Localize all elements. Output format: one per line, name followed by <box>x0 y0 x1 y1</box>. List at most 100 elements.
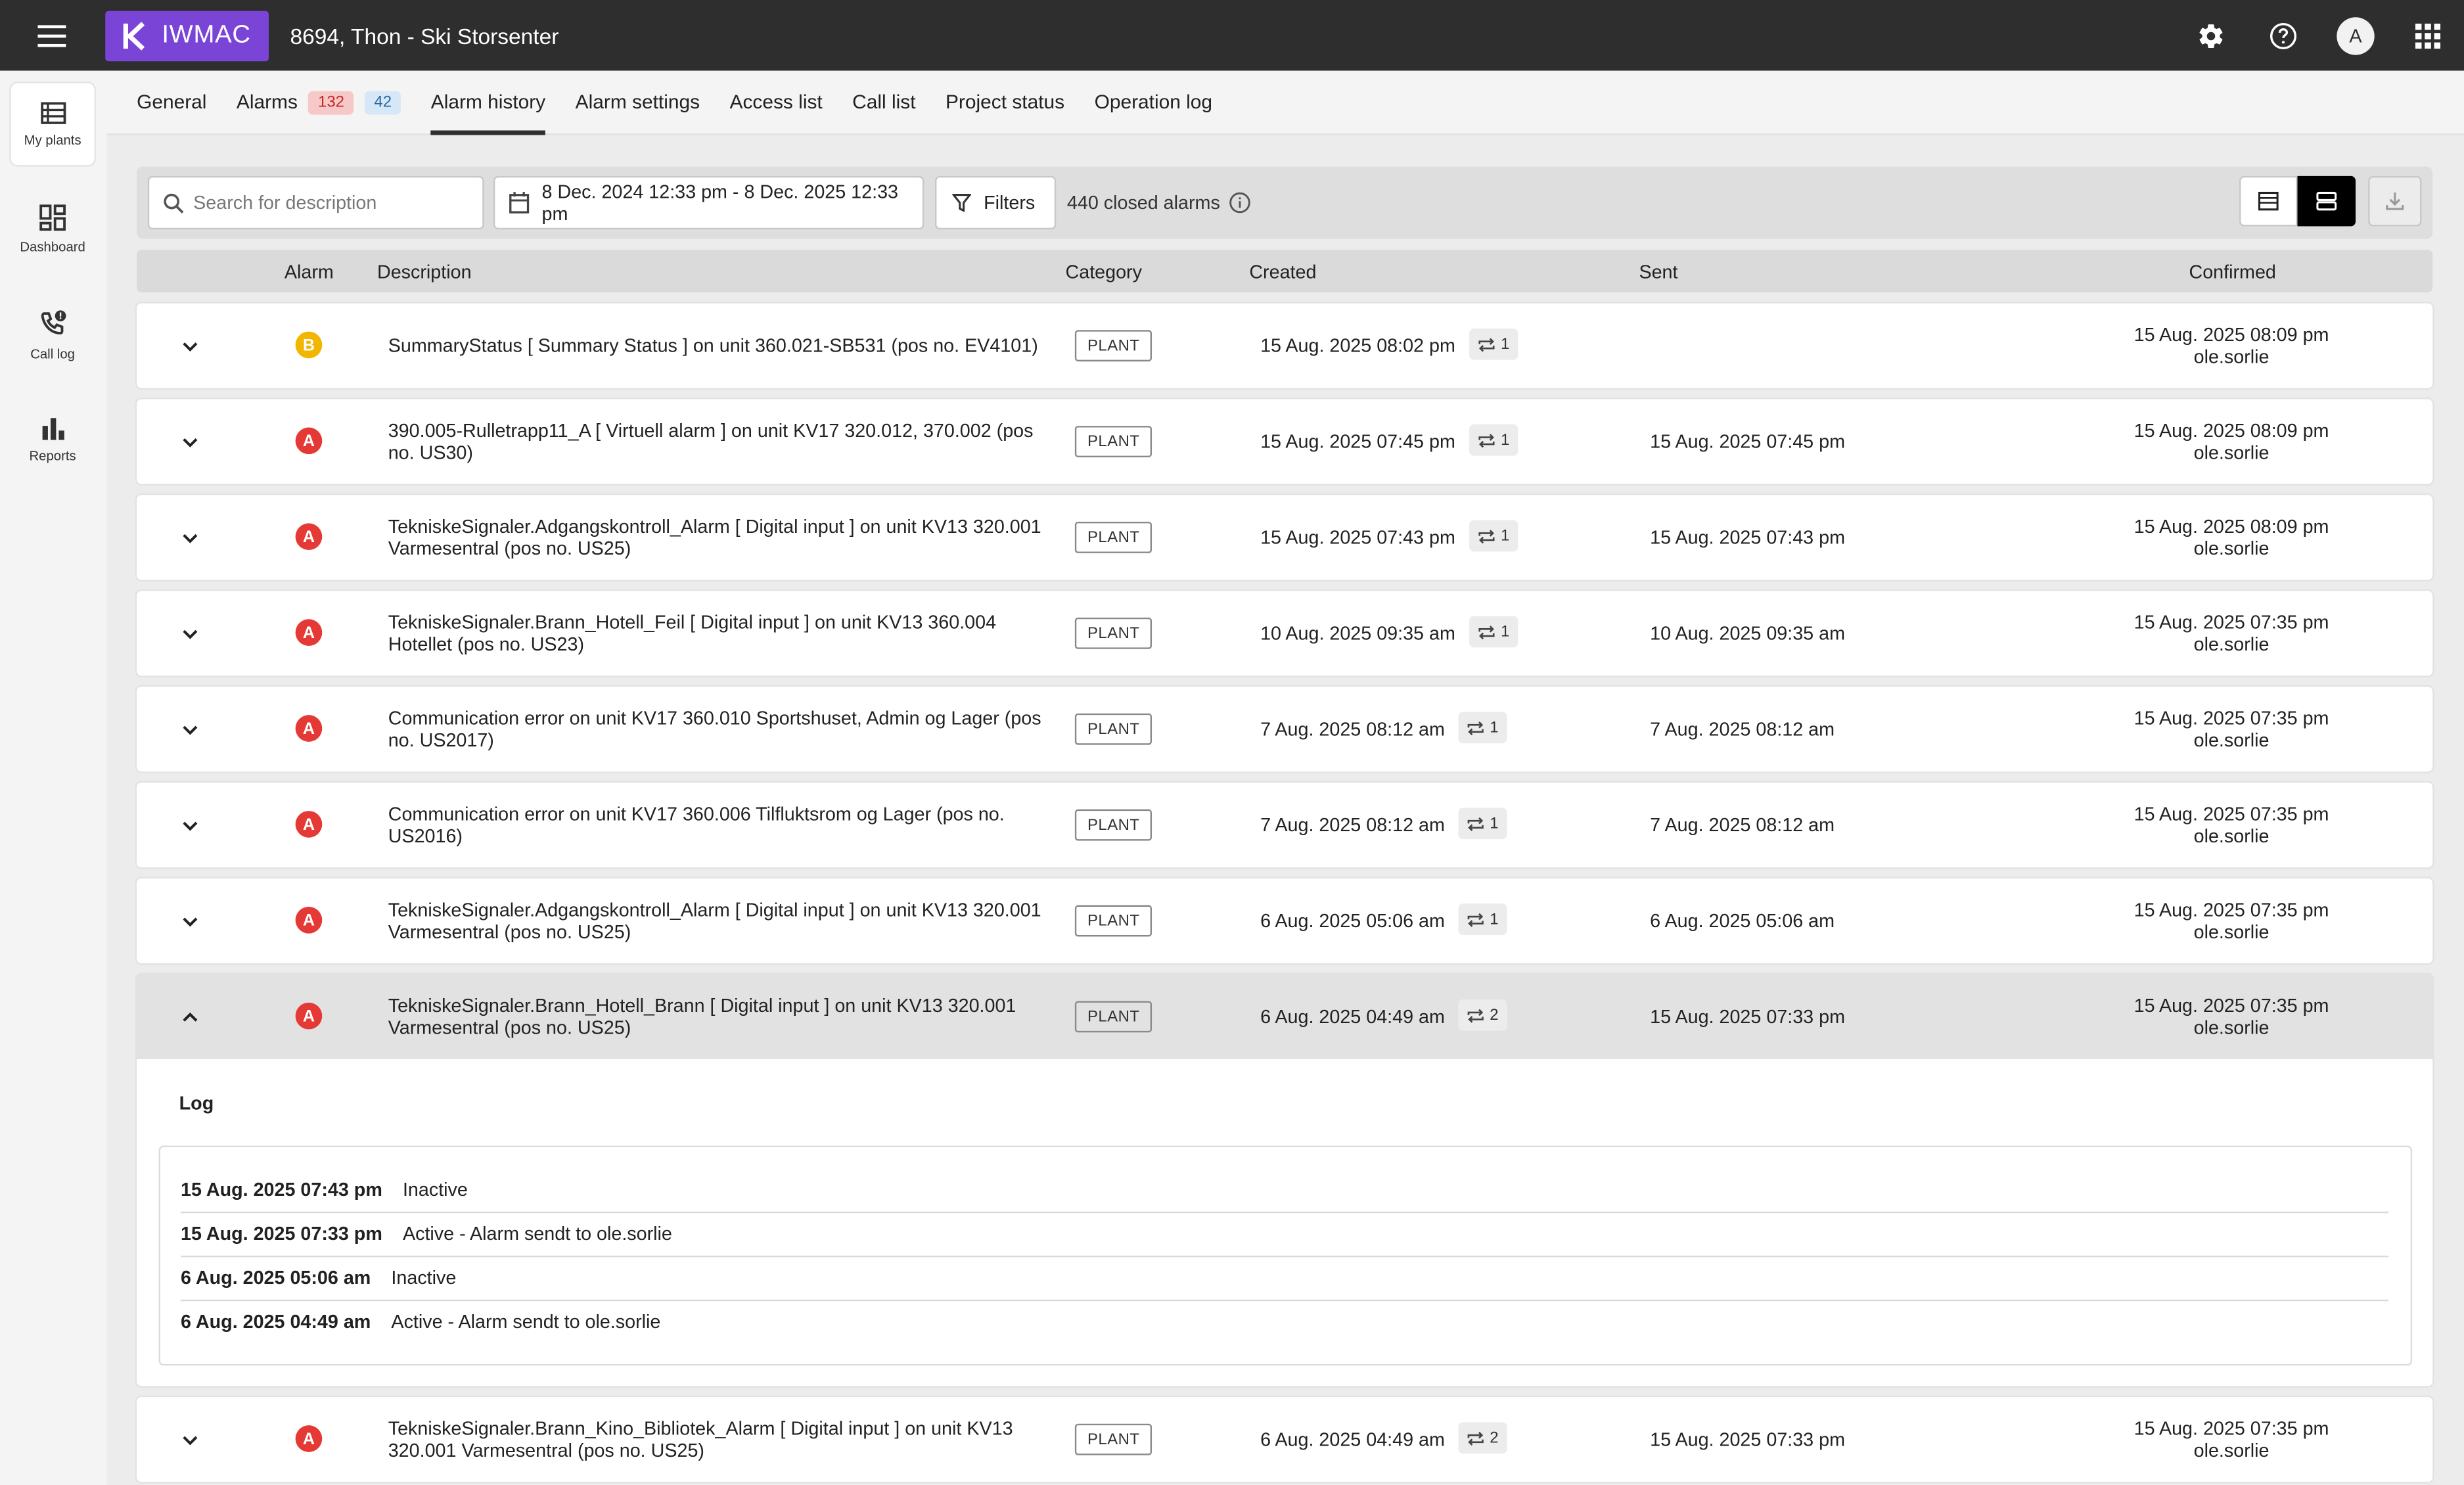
log-box: 15 Aug. 2025 07:43 pm Inactive 15 Aug. 2… <box>158 1145 2413 1366</box>
chevron-down-icon[interactable] <box>174 426 206 457</box>
category-tag: PLANT <box>1074 617 1152 649</box>
table-row[interactable]: B SummaryStatus [ Summary Status ] on uni… <box>137 303 2433 388</box>
alarms-blue-badge: 42 <box>365 90 401 114</box>
repeat-count-badge: 2 <box>1458 999 1507 1031</box>
tab-alarms[interactable]: Alarms 132 42 <box>237 88 401 133</box>
rail-label: Reports <box>29 447 76 463</box>
chevron-down-icon[interactable] <box>174 714 206 745</box>
tab-access-list[interactable]: Access list <box>730 88 823 133</box>
chevron-down-icon[interactable] <box>174 330 206 361</box>
table-row[interactable]: A TekniskeSignaler.Brann_Kino_Bibliotek_A… <box>137 1397 2433 1482</box>
severity-badge: A <box>295 811 323 838</box>
repeat-icon <box>1467 720 1484 735</box>
chevron-down-icon[interactable] <box>174 810 206 841</box>
tab-project-status[interactable]: Project status <box>946 88 1064 133</box>
confirmed-info: 15 Aug. 2025 08:09 pm ole.sorlie <box>2074 324 2388 368</box>
repeat-count-badge: 2 <box>1458 1422 1507 1454</box>
repeat-icon <box>1467 912 1484 926</box>
settings-gear-icon[interactable] <box>2175 0 2247 71</box>
filters-button[interactable]: Filters <box>935 175 1057 230</box>
download-button[interactable] <box>2368 175 2422 227</box>
chevron-up-icon[interactable] <box>174 1001 206 1032</box>
table-view-icon <box>2258 191 2279 211</box>
tab-alarms-label: Alarms <box>236 91 298 114</box>
expanded-view-button[interactable] <box>2297 175 2356 227</box>
avatar-initial: A <box>2337 16 2375 55</box>
info-icon[interactable] <box>1229 192 1251 214</box>
log-entry: 6 Aug. 2025 05:06 am Inactive <box>181 1256 2389 1302</box>
user-avatar[interactable]: A <box>2319 0 2392 71</box>
repeat-count: 1 <box>1500 335 1510 353</box>
rail-item-call-log[interactable]: Call log <box>11 294 95 375</box>
repeat-count-badge: 1 <box>1458 903 1507 936</box>
table-row[interactable]: A TekniskeSignaler.Adgangskontroll_Alarm … <box>137 495 2433 580</box>
created-time: 15 Aug. 2025 08:02 pm <box>1260 334 1455 357</box>
table-row[interactable]: A TekniskeSignaler.Brann_Hotell_Feil [ Di… <box>137 591 2433 676</box>
table-row[interactable]: A Communication error on unit KV17 360.01… <box>137 687 2433 772</box>
rail-label: Call log <box>30 344 76 361</box>
rail-label: My plants <box>24 131 81 147</box>
table-row[interactable]: A 390.005-Rulletrapp11_A [ Virtuell alarm… <box>137 399 2433 484</box>
repeat-count-badge: 1 <box>1469 520 1518 552</box>
sent-time: 6 Aug. 2025 05:06 am <box>1650 909 1835 932</box>
col-description[interactable]: Description <box>377 261 472 283</box>
severity-badge: A <box>295 619 323 646</box>
repeat-icon <box>1467 1008 1484 1022</box>
severity-badge: A <box>295 906 323 934</box>
severity-badge: A <box>295 1425 323 1452</box>
col-sent[interactable]: Sent <box>1639 261 1677 283</box>
search-input[interactable] <box>190 190 464 216</box>
tab-operation-log[interactable]: Operation log <box>1095 88 1213 133</box>
created-time: 6 Aug. 2025 04:49 am <box>1260 1005 1445 1028</box>
chevron-down-icon[interactable] <box>174 905 206 937</box>
table-row[interactable]: A Communication error on unit KV17 360.00… <box>137 783 2433 868</box>
date-range-picker[interactable]: 8 Dec. 2024 12:33 pm - 8 Dec. 2025 12:33… <box>493 175 924 230</box>
chevron-down-icon[interactable] <box>174 522 206 553</box>
col-created[interactable]: Created <box>1249 261 1316 283</box>
log-title: Log <box>179 1092 214 1114</box>
log-entry-text: Inactive <box>402 1178 468 1201</box>
chevron-down-icon[interactable] <box>174 618 206 649</box>
category-tag: PLANT <box>1074 1001 1152 1033</box>
tab-call-list[interactable]: Call list <box>852 88 915 133</box>
sent-time: 15 Aug. 2025 07:33 pm <box>1650 1005 1845 1028</box>
repeat-count-badge: 1 <box>1469 616 1518 648</box>
rail-item-my-plants[interactable]: My plants <box>11 83 95 166</box>
menu-icon[interactable] <box>0 0 104 71</box>
repeat-count: 1 <box>1500 431 1510 449</box>
confirmed-by: ole.sorlie <box>2193 442 2270 464</box>
col-category[interactable]: Category <box>1066 261 1142 283</box>
main-content: 8 Dec. 2024 12:33 pm - 8 Dec. 2025 12:33… <box>106 135 2464 1485</box>
tab-general[interactable]: General <box>137 88 206 133</box>
list-view-button[interactable] <box>2239 175 2298 227</box>
log-entry-text: Inactive <box>391 1266 457 1289</box>
sent-time: 10 Aug. 2025 09:35 am <box>1650 622 1845 645</box>
alarm-description: Communication error on unit KV17 360.010… <box>388 707 1041 752</box>
category-tag: PLANT <box>1074 1423 1152 1455</box>
plant-title: 8694, Thon - Ski Storsenter <box>290 22 559 48</box>
rows-view-icon <box>2316 191 2337 211</box>
chevron-down-icon[interactable] <box>174 1424 206 1455</box>
tab-alarm-settings[interactable]: Alarm settings <box>576 88 700 133</box>
logo[interactable]: IWMAC <box>105 10 269 61</box>
table-header: Alarm Description Category Created Sent … <box>137 250 2433 292</box>
col-alarm[interactable]: Alarm <box>285 261 334 283</box>
sent-time: 15 Aug. 2025 07:45 pm <box>1650 430 1845 453</box>
alarm-description: TekniskeSignaler.Brann_Kino_Bibliotek_Al… <box>388 1417 1013 1462</box>
table-row[interactable]: A TekniskeSignaler.Adgangskontroll_Alarm … <box>137 878 2433 964</box>
table-row[interactable]: A TekniskeSignaler.Brann_Hotell_Brann [ D… <box>137 974 2433 1059</box>
logo-text: IWMAC <box>162 21 251 48</box>
sent-time: 15 Aug. 2025 07:33 pm <box>1650 1428 1845 1451</box>
apps-grid-icon[interactable] <box>2392 0 2464 71</box>
sent-time: 7 Aug. 2025 08:12 am <box>1650 813 1835 836</box>
repeat-icon <box>1467 1430 1484 1445</box>
severity-badge: B <box>295 331 323 359</box>
search-box[interactable] <box>147 175 484 230</box>
rail-item-reports[interactable]: Reports <box>11 399 95 480</box>
alarm-log-panel: Log 15 Aug. 2025 07:43 pm Inactive 15 Au… <box>137 1059 2433 1386</box>
col-confirmed[interactable]: Confirmed <box>2189 261 2275 283</box>
rail-item-dashboard[interactable]: Dashboard <box>11 189 95 270</box>
tab-alarm-history[interactable]: Alarm history <box>430 88 545 135</box>
help-icon[interactable] <box>2247 0 2319 71</box>
sent-time: 15 Aug. 2025 07:43 pm <box>1650 526 1845 549</box>
